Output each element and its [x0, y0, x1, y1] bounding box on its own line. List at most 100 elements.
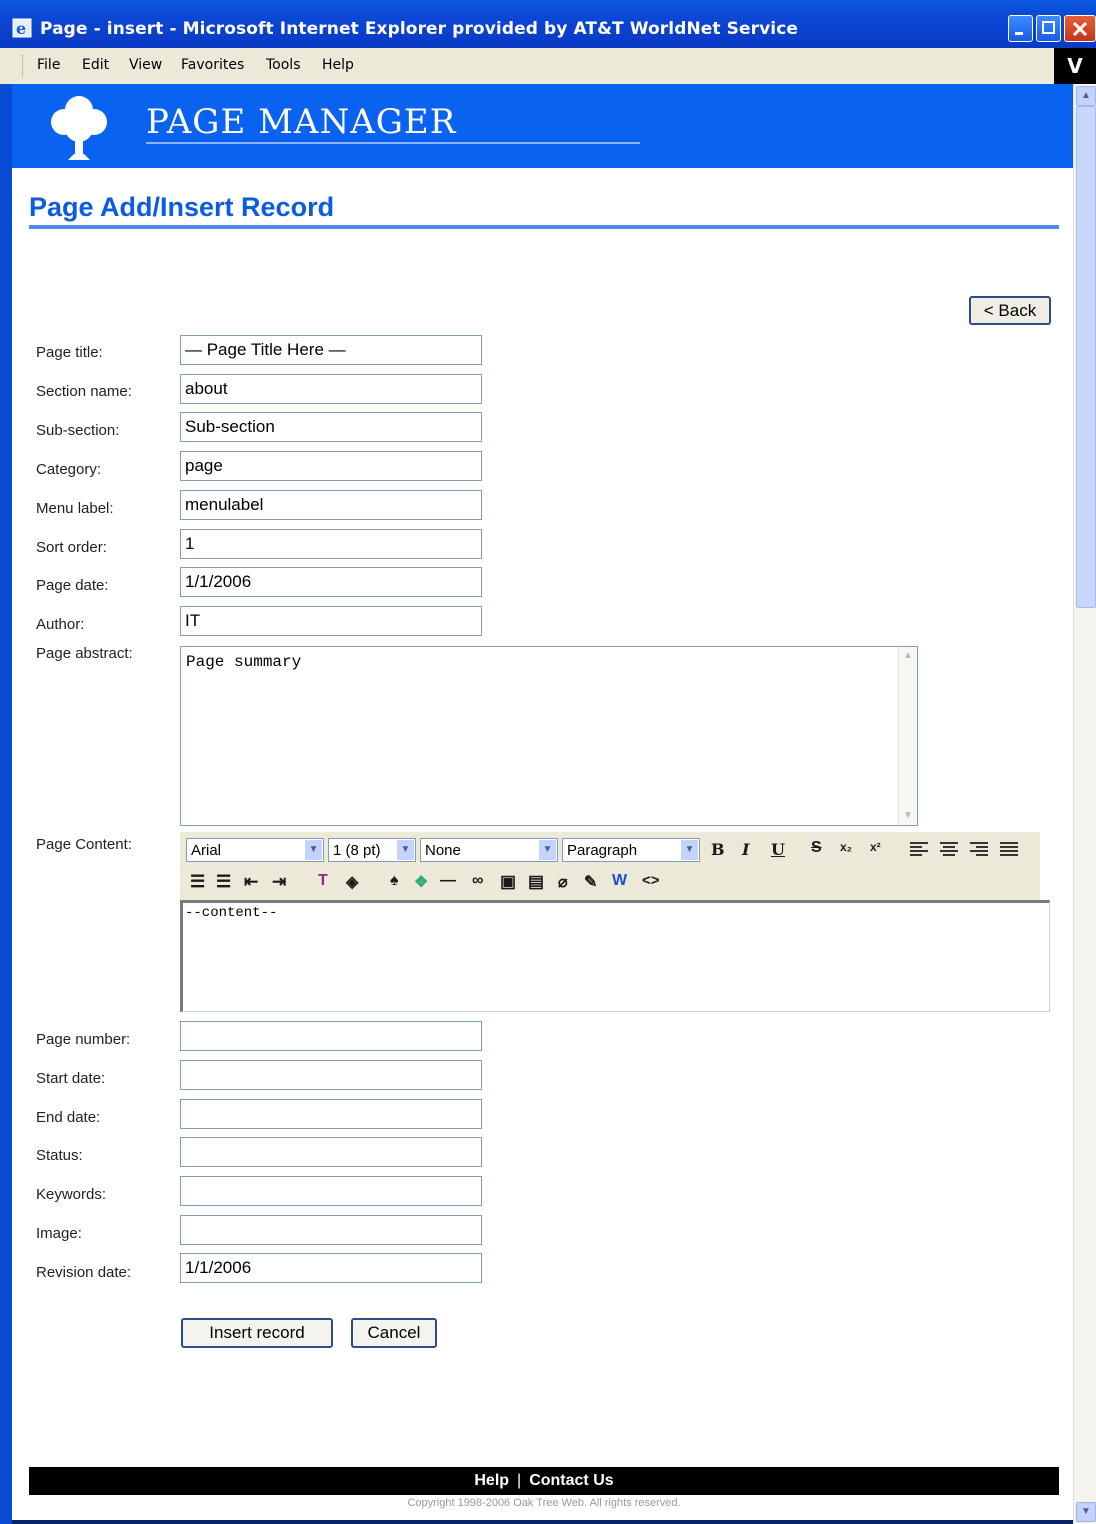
- chevron-down-icon: ▼: [397, 840, 414, 860]
- ordered-list-icon[interactable]: ☰: [190, 872, 205, 892]
- footer-help-link[interactable]: Help: [474, 1472, 509, 1489]
- page-number-input[interactable]: [180, 1021, 482, 1051]
- revision-date-input[interactable]: 1/1/2006: [180, 1253, 482, 1283]
- indent-icon[interactable]: ⇥: [272, 872, 286, 892]
- link-icon[interactable]: ∞: [472, 872, 483, 890]
- window-scrollbar[interactable]: ▲ ▼: [1073, 84, 1096, 1524]
- scroll-thumb[interactable]: [1076, 106, 1096, 608]
- maximize-button[interactable]: [1036, 15, 1061, 42]
- footer-bar: Help | Contact Us: [29, 1467, 1059, 1495]
- end-date-input[interactable]: [180, 1099, 482, 1129]
- clean-icon[interactable]: ✎: [584, 872, 597, 892]
- status-input[interactable]: [180, 1137, 482, 1167]
- label-sub-section: Sub-section:: [36, 422, 120, 439]
- underline-icon[interactable]: U: [771, 840, 785, 859]
- label-page-abstract: Page abstract:: [36, 645, 133, 662]
- sub-section-input[interactable]: Sub-section: [180, 412, 482, 442]
- label-keywords: Keywords:: [36, 1186, 107, 1203]
- eraser-icon[interactable]: ⌀: [558, 872, 568, 892]
- title-divider: [29, 225, 1059, 229]
- word-paste-icon[interactable]: W: [612, 872, 627, 890]
- font-select-value: Arial: [191, 842, 222, 859]
- insert-record-button[interactable]: Insert record: [181, 1318, 333, 1348]
- label-image: Image:: [36, 1225, 82, 1242]
- style-select-value: None: [425, 842, 461, 859]
- outdent-icon[interactable]: ⇤: [244, 872, 258, 892]
- section-name-input[interactable]: about: [180, 374, 482, 404]
- find-icon[interactable]: ♠: [390, 872, 399, 890]
- menu-bar: File Edit View Favorites Tools Help V: [0, 48, 1096, 85]
- page-title-input[interactable]: — Page Title Here —: [180, 335, 482, 365]
- menu-edit[interactable]: Edit: [82, 57, 109, 73]
- scroll-down-arrow-icon[interactable]: ▼: [1076, 1502, 1096, 1522]
- image-input[interactable]: [180, 1215, 482, 1245]
- keywords-input[interactable]: [180, 1176, 482, 1206]
- scroll-down-icon[interactable]: ▼: [901, 809, 915, 823]
- label-page-number: Page number:: [36, 1031, 131, 1048]
- unordered-list-icon[interactable]: ☰: [216, 872, 231, 892]
- horizontal-rule-icon[interactable]: —: [440, 872, 456, 890]
- chevron-down-icon: ▼: [681, 840, 698, 860]
- style-select[interactable]: None ▼: [420, 838, 558, 862]
- format-select[interactable]: Paragraph ▼: [562, 838, 700, 862]
- start-date-input[interactable]: [180, 1060, 482, 1090]
- page-date-input[interactable]: 1/1/2006: [180, 567, 482, 597]
- chevron-down-icon: ▼: [539, 840, 556, 860]
- menu-view[interactable]: View: [129, 57, 162, 73]
- image-icon[interactable]: ▣: [500, 872, 516, 892]
- italic-icon[interactable]: I: [742, 840, 749, 859]
- background-color-icon[interactable]: ◈: [346, 872, 358, 892]
- close-button[interactable]: [1064, 15, 1096, 42]
- scroll-up-arrow-icon[interactable]: ▲: [1076, 86, 1096, 106]
- cancel-button[interactable]: Cancel: [351, 1318, 437, 1348]
- text-color-icon[interactable]: T: [318, 872, 328, 890]
- page-content-editor[interactable]: --content--: [180, 900, 1050, 1012]
- label-start-date: Start date:: [36, 1070, 106, 1087]
- menu-label-input[interactable]: menulabel: [180, 490, 482, 520]
- footer-contact-link[interactable]: Contact Us: [529, 1472, 613, 1489]
- chevron-down-icon: ▼: [305, 840, 322, 860]
- table-icon[interactable]: ▤: [528, 872, 544, 892]
- label-revision-date: Revision date:: [36, 1264, 132, 1281]
- author-input[interactable]: IT: [180, 606, 482, 636]
- label-menu-label: Menu label:: [36, 500, 114, 517]
- page-viewport: PAGE MANAGER Page Add/Insert Record < Ba…: [12, 84, 1073, 1520]
- brand-underline: [146, 142, 640, 144]
- size-select[interactable]: 1 (8 pt) ▼: [328, 838, 416, 862]
- window-title: Page - insert - Microsoft Internet Explo…: [40, 19, 799, 39]
- window-titlebar: e Page - insert - Microsoft Internet Exp…: [0, 0, 1096, 48]
- scroll-up-icon[interactable]: ▲: [901, 649, 915, 663]
- label-page-title: Page title:: [36, 344, 103, 361]
- sort-order-input[interactable]: 1: [180, 529, 482, 559]
- ie-icon: e: [12, 18, 32, 38]
- close-icon: [1072, 21, 1088, 37]
- back-button[interactable]: < Back: [969, 296, 1051, 325]
- tree-logo-icon: [51, 96, 107, 160]
- html-source-icon[interactable]: <>: [642, 872, 660, 889]
- strikethrough-icon[interactable]: S: [811, 839, 822, 857]
- header-banner: PAGE MANAGER: [12, 84, 1073, 168]
- menu-grip: [22, 55, 26, 77]
- subscript-icon[interactable]: x₂: [840, 840, 852, 854]
- menu-help[interactable]: Help: [322, 57, 354, 73]
- menu-file[interactable]: File: [37, 57, 60, 73]
- format-select-value: Paragraph: [567, 842, 638, 859]
- menu-tools[interactable]: Tools: [266, 57, 301, 73]
- label-sort-order: Sort order:: [36, 539, 107, 556]
- brand-title: PAGE MANAGER: [146, 102, 457, 142]
- superscript-icon[interactable]: x²: [870, 840, 881, 854]
- minimize-icon: [1015, 32, 1023, 35]
- label-author: Author:: [36, 616, 85, 633]
- minimize-button[interactable]: [1008, 15, 1033, 42]
- label-section-name: Section name:: [36, 383, 132, 400]
- bold-icon[interactable]: B: [711, 840, 725, 859]
- page-abstract-text: Page summary: [186, 653, 302, 671]
- menu-favorites[interactable]: Favorites: [181, 57, 244, 73]
- font-select[interactable]: Arial ▼: [186, 838, 324, 862]
- symbol-icon[interactable]: ❖: [414, 872, 428, 892]
- page-abstract-textarea[interactable]: Page summary ▲ ▼: [180, 646, 918, 826]
- maximize-icon: [1042, 21, 1055, 34]
- category-input[interactable]: page: [180, 451, 482, 481]
- textarea-scrollbar[interactable]: ▲ ▼: [898, 647, 917, 825]
- label-page-date: Page date:: [36, 577, 109, 594]
